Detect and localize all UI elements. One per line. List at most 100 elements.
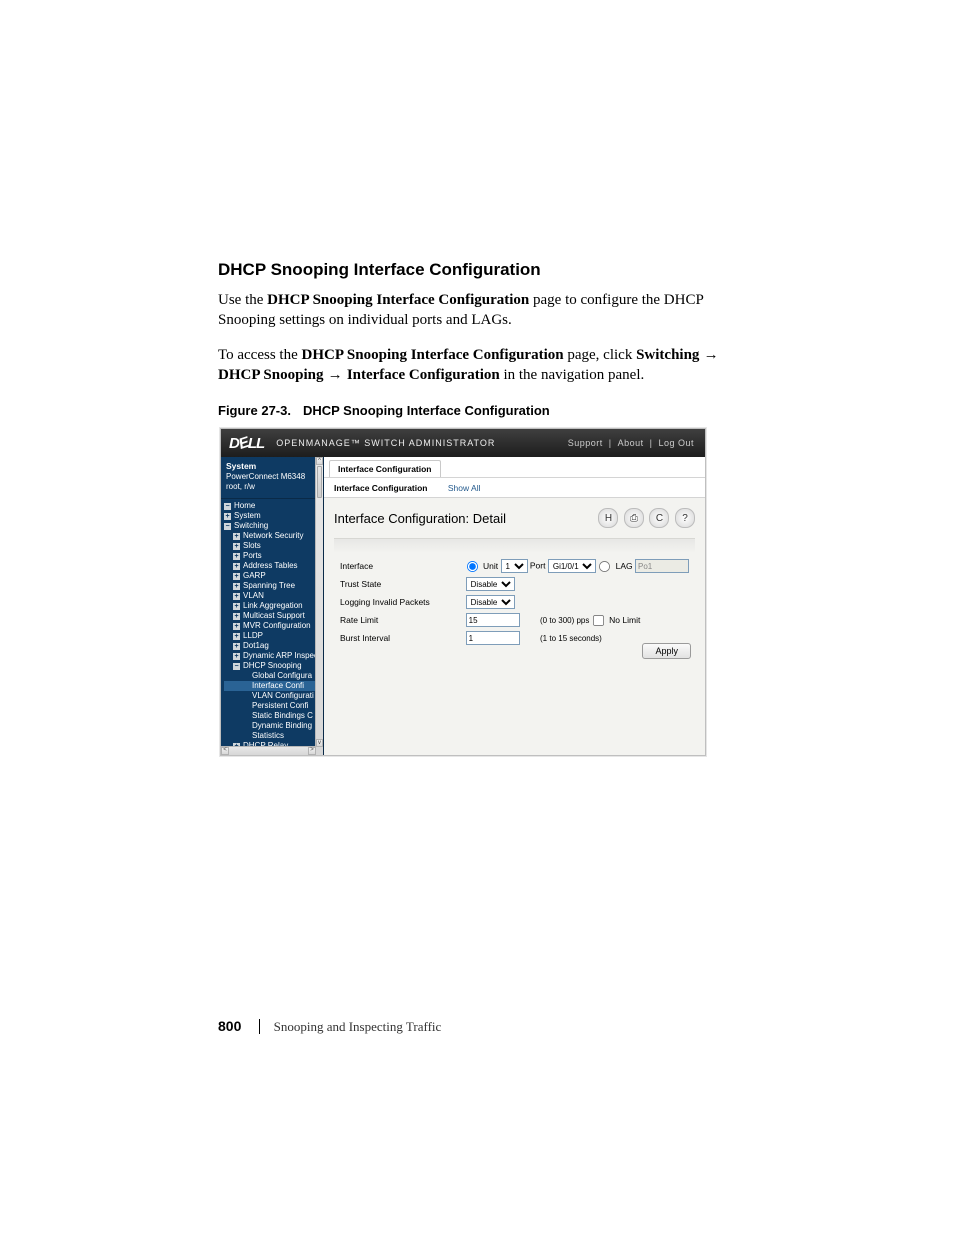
nav-item[interactable]: Dynamic Binding [224,721,323,731]
scroll-up-icon[interactable]: ^ [316,457,323,465]
nav-sidebar[interactable]: System PowerConnect M6348 root, r/w −Hom… [221,457,324,755]
nav-item[interactable]: +System [224,511,323,521]
no-limit-label: No Limit [609,615,640,625]
refresh-icon[interactable]: C [649,508,669,528]
print-icon[interactable]: ⎙ [624,508,644,528]
nav-item[interactable]: +Multicast Support [224,611,323,621]
nav-item-label: Multicast Support [243,611,305,620]
collapse-icon[interactable]: − [224,503,231,510]
expand-icon[interactable]: + [233,563,240,570]
nav-item[interactable]: −Home [224,501,323,511]
collapse-icon[interactable]: − [233,663,240,670]
nav-tree[interactable]: −Home+System−Switching+Network Security+… [221,499,323,751]
link-logout[interactable]: Log Out [655,438,697,448]
expand-icon[interactable]: + [233,573,240,580]
nav-item[interactable]: +Ports [224,551,323,561]
nav-item-label: Network Security [243,531,303,540]
lag-label: LAG [616,561,633,571]
nav-item[interactable]: +Slots [224,541,323,551]
nav-item[interactable]: +VLAN [224,591,323,601]
nav-item[interactable]: Statistics [224,731,323,741]
scroll-left-icon[interactable]: < [221,747,229,755]
trust-select[interactable]: Disable [466,577,515,591]
expand-icon[interactable]: + [233,543,240,550]
scroll-down-icon[interactable]: v [316,739,323,747]
topbar-links: Support | About | Log Out [565,438,697,448]
nav-item[interactable]: Static Bindings C [224,711,323,721]
nav-item[interactable]: +Link Aggregation [224,601,323,611]
expand-icon[interactable]: + [233,533,240,540]
breadcrumb-tab[interactable]: Interface Configuration [329,460,441,477]
link-about[interactable]: About [615,438,647,448]
nav-item[interactable]: −Switching [224,521,323,531]
page-title: Interface Configuration: Detail [334,511,506,526]
nav-item[interactable]: Interface Confi [224,681,323,691]
lag-field [635,559,689,573]
para1-a: Use the [218,292,267,308]
expand-icon[interactable]: + [233,643,240,650]
rate-limit-input[interactable] [466,613,520,627]
collapse-icon[interactable]: − [224,523,231,530]
nav-item[interactable]: VLAN Configurati [224,691,323,701]
nav-item[interactable]: +Spanning Tree [224,581,323,591]
scroll-right-icon[interactable]: > [308,747,316,755]
show-all-link[interactable]: Show All [448,483,481,493]
para2-b: DHCP Snooping Interface Configuration [302,347,564,363]
nav-item[interactable]: +Dot1ag [224,641,323,651]
tree-spacer-icon [242,713,249,720]
unit-select[interactable]: 1 [501,559,528,573]
radio-lag[interactable]: LAG [598,561,632,571]
para2-d: Switching [636,347,699,363]
expand-icon[interactable]: + [224,513,231,520]
nav-item-label: Address Tables [243,561,298,570]
apply-button[interactable]: Apply [642,643,691,659]
para2-f: Interface Configuration [347,367,500,383]
toolbar: H ⎙ C ? [595,508,695,528]
nav-item-label: MVR Configuration [243,621,311,630]
nav-item[interactable]: +Network Security [224,531,323,541]
expand-icon[interactable]: + [233,623,240,630]
nav-item[interactable]: Persistent Confi [224,701,323,711]
burst-input[interactable] [466,631,520,645]
expand-icon[interactable]: + [233,653,240,660]
expand-icon[interactable]: + [233,583,240,590]
scroll-thumb[interactable] [317,466,322,498]
logging-select[interactable]: Disable [466,595,515,609]
nav-item-label: Home [234,501,255,510]
expand-icon[interactable]: + [233,553,240,560]
save-icon[interactable]: H [598,508,618,528]
page-footer: 800 Snooping and Inspecting Traffic [218,1018,455,1035]
expand-icon[interactable]: + [233,593,240,600]
link-support[interactable]: Support [565,438,606,448]
nav-item[interactable]: +Address Tables [224,561,323,571]
para2-a: To access the [218,347,302,363]
nav-item[interactable]: +LLDP [224,631,323,641]
radio-unit[interactable]: Unit [466,561,499,571]
config-form: Interface Unit 1 Port Gi1/0/1 LAG Trust … [334,557,695,647]
sidebar-hscroll[interactable]: < > [221,746,316,755]
tree-spacer-icon [242,693,249,700]
screenshot-window: DELL OPENMANAGE™ SWITCH ADMINISTRATOR Su… [220,428,706,756]
expand-icon[interactable]: + [233,633,240,640]
nav-item-label: LLDP [243,631,263,640]
nav-item[interactable]: +MVR Configuration [224,621,323,631]
nav-item[interactable]: −DHCP Snooping [224,661,323,671]
burst-note: (1 to 15 seconds) [540,634,602,643]
tree-spacer-icon [242,703,249,710]
port-select[interactable]: Gi1/0/1 [548,559,596,573]
nav-item-label: GARP [243,571,266,580]
expand-icon[interactable]: + [233,613,240,620]
para2-g: in the navigation panel. [500,367,645,383]
nav-item[interactable]: +GARP [224,571,323,581]
nav-item[interactable]: Global Configura [224,671,323,681]
help-icon[interactable]: ? [675,508,695,528]
sidebar-vscroll[interactable]: ^ v [315,457,323,755]
expand-icon[interactable]: + [233,603,240,610]
nav-item-label: Spanning Tree [243,581,295,590]
nav-item-label: Link Aggregation [243,601,303,610]
sidebar-system[interactable]: System [226,461,318,472]
app-brand: OPENMANAGE™ SWITCH ADMINISTRATOR [276,438,495,448]
nav-item[interactable]: +Dynamic ARP Inspec [224,651,323,661]
sidebar-model: PowerConnect M6348 [226,472,318,482]
no-limit-checkbox[interactable]: No Limit [592,615,641,625]
